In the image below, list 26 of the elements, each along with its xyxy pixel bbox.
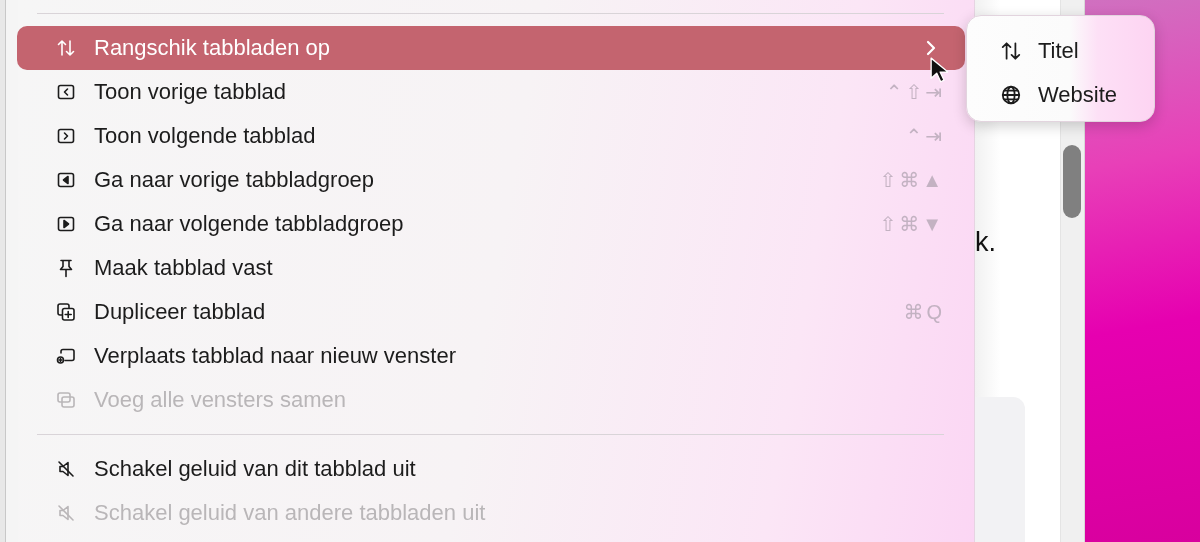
tab-next-icon [56,126,76,146]
menu-item[interactable]: Toon volgende tabblad ⌃⇥ [17,114,965,158]
tab-prev-icon [56,82,76,102]
sort-icon [1000,40,1022,62]
menu-item[interactable]: Verplaats tabblad naar nieuw venster [17,334,965,378]
submenu-item[interactable]: Website [967,73,1132,117]
menu-item[interactable]: Rangschik tabbladen op [17,26,965,70]
mute-icon [56,459,76,479]
sort-icon [56,38,76,58]
page-text: k. [975,227,996,258]
group-prev-icon [56,170,76,190]
scrollbar-thumb[interactable] [1063,145,1081,218]
menu-item[interactable]: Dupliceer tabblad ⌘Q [17,290,965,334]
menu-item[interactable]: Maak tabblad vast [17,246,965,290]
cursor-icon [930,57,948,84]
menu-item[interactable]: Toon vorige tabblad ⌃⇧⇥ [17,70,965,114]
menu-item[interactable]: Ga naar vorige tabbladgroep ⇧⌘▲ [17,158,965,202]
submenu-item[interactable]: Titel [967,29,1093,73]
menu-item[interactable]: Ga naar volgende tabbladgroep ⇧⌘▼ [17,202,965,246]
merge-icon [56,390,76,410]
group-next-icon [56,214,76,234]
menu-item[interactable]: Schakel geluid van dit tabblad uit [17,447,965,491]
mute-icon [56,503,76,523]
globe-icon [1000,84,1022,106]
duplicate-icon [56,302,76,322]
move-window-icon [56,346,76,366]
